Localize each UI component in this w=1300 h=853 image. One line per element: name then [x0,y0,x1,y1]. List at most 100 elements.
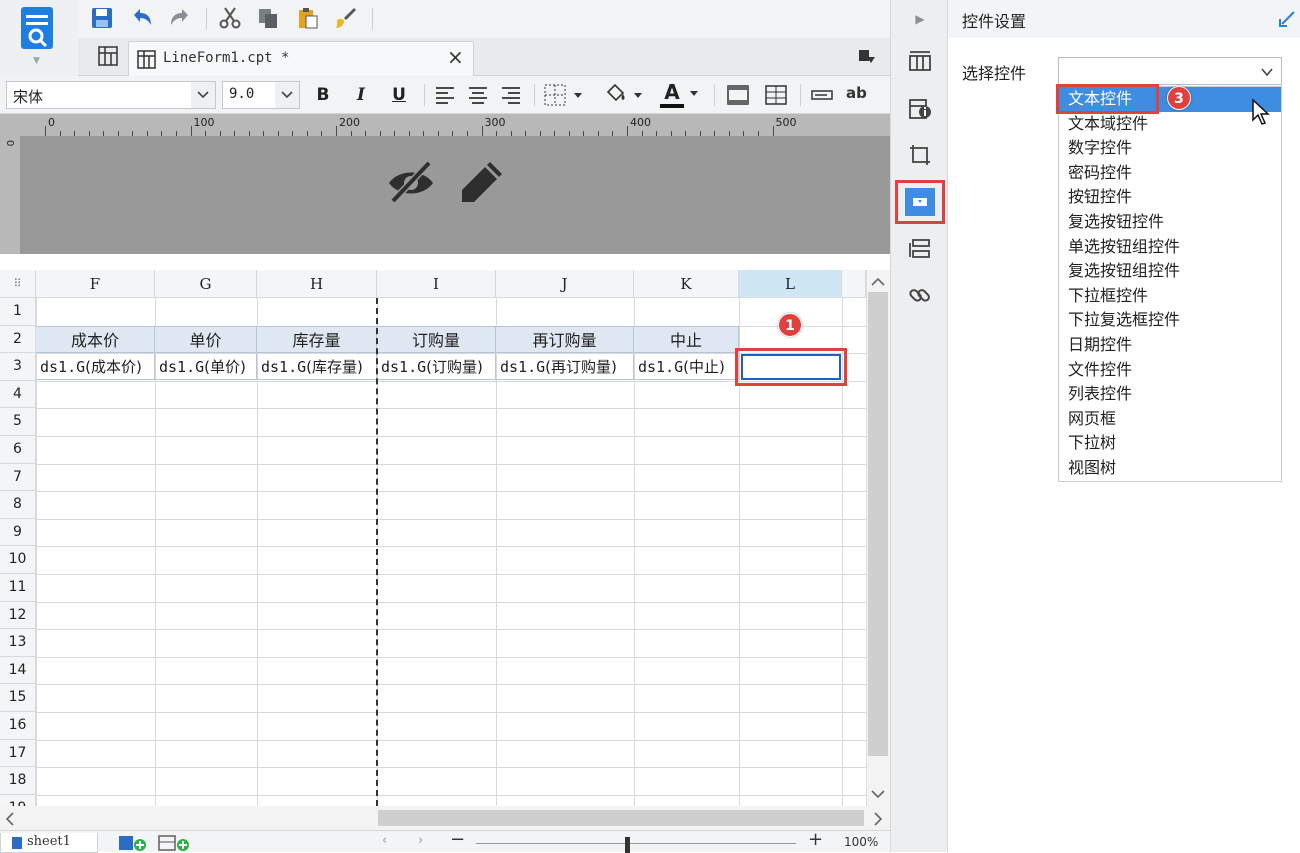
row-header-16[interactable]: 16 [0,712,36,740]
align-center-icon[interactable] [467,84,489,106]
chevron-down-icon[interactable] [688,90,700,98]
widget-type-dropdown[interactable]: 文本控件 文本域控件 数字控件 密码控件 按钮控件 复选按钮控件 单选按钮组控件 复选按钮组控… [1058,86,1282,482]
underline-button[interactable]: U [388,81,410,109]
row-header-15[interactable]: 15 [0,684,36,712]
row-header-11[interactable]: 11 [0,574,36,602]
add-form-sheet-icon[interactable] [158,834,192,852]
scroll-left-icon[interactable] [4,811,16,827]
header-cell-j2[interactable]: 再订购量 [496,326,634,353]
row-header-9[interactable]: 9 [0,518,36,547]
row-header-3[interactable]: 3 [0,353,36,381]
column-header-j[interactable]: J [496,270,634,298]
selected-cell-l3[interactable] [741,354,841,380]
header-cell-i2[interactable]: 订购量 [377,326,496,353]
scroll-down-icon[interactable] [870,788,886,800]
add-sheet-icon[interactable] [118,834,148,852]
undo-button[interactable] [128,4,156,32]
tab-close-icon[interactable]: × [447,46,464,68]
copy-button[interactable] [254,4,282,32]
cell-border-button[interactable] [907,142,933,168]
scroll-up-icon[interactable] [870,276,886,288]
font-name-select[interactable]: 宋体 [6,81,216,109]
widget-option[interactable]: 复选按钮组控件 [1059,259,1281,284]
font-size-select[interactable]: 9.0 [222,81,300,109]
header-cell-g2[interactable]: 单价 [155,326,257,353]
vertical-scroll-thumb[interactable] [868,292,888,756]
header-cell-k2[interactable]: 中止 [634,326,739,353]
row-header-1[interactable]: 1 [0,298,36,326]
redo-button[interactable] [166,4,194,32]
row-header-19[interactable]: 19 [0,794,36,806]
data-cell-g3[interactable]: ds1.G(单价) [155,354,257,380]
fill-color-icon[interactable] [602,82,644,106]
row-header-10[interactable]: 10 [0,546,36,574]
row-header-18[interactable]: 18 [0,767,36,795]
column-header-i[interactable]: I [377,270,496,298]
data-cell-i3[interactable]: ds1.G(订购量) [377,354,496,380]
column-header-h[interactable]: H [257,270,377,298]
widget-option[interactable]: 文本域控件 [1059,112,1281,137]
widget-option[interactable]: 下拉树 [1059,431,1281,456]
widget-option[interactable]: 列表控件 [1059,382,1281,407]
new-report-icon[interactable] [98,46,120,68]
align-right-icon[interactable] [500,84,522,106]
border-icon[interactable] [544,84,584,106]
data-cell-h3[interactable]: ds1.G(库存量) [257,354,377,380]
zoom-slider-handle[interactable] [625,837,630,853]
header-cell-h2[interactable]: 库存量 [257,326,377,353]
paste-button[interactable] [294,4,322,32]
row-header-7[interactable]: 7 [0,463,36,492]
column-header-f[interactable]: F [36,270,155,298]
text-wrap-button[interactable]: ab [846,84,874,106]
sheet-tab[interactable]: sheet1 [0,833,98,853]
sheet-prev-icon[interactable]: ‹ [382,833,387,848]
column-header-g[interactable]: G [155,270,257,298]
row-header-8[interactable]: 8 [0,491,36,519]
bold-button[interactable]: B [312,81,334,109]
italic-button[interactable]: I [350,81,372,109]
column-header-l[interactable]: L [739,270,842,298]
cut-button[interactable] [216,4,244,32]
cell-element-button[interactable] [907,48,933,74]
row-header-17[interactable]: 17 [0,739,36,768]
column-header-k[interactable]: K [634,270,739,298]
scroll-right-icon[interactable] [872,811,884,827]
zoom-in-icon[interactable]: + [808,829,823,850]
pencil-icon[interactable] [458,158,506,206]
column-header-extra[interactable] [842,270,866,298]
widget-option[interactable]: 按钮控件 [1059,185,1281,210]
tab-lineform1[interactable]: LineForm1.cpt * × [128,41,474,76]
eye-off-icon[interactable] [385,157,437,207]
row-header-14[interactable]: 14 [0,656,36,685]
row-header-4[interactable]: 4 [0,380,36,409]
text-field-icon[interactable] [810,88,834,102]
widget-option[interactable]: 文件控件 [1059,358,1281,383]
data-cell-j3[interactable]: ds1.G(再订购量) [496,354,634,380]
align-left-icon[interactable] [434,84,456,106]
row-header-13[interactable]: 13 [0,629,36,657]
row-header-5[interactable]: 5 [0,408,36,436]
widget-option[interactable]: 密码控件 [1059,161,1281,186]
data-cell-k3[interactable]: ds1.G(中止) [634,354,739,380]
data-cell-f3[interactable]: ds1.G(成本价) [36,354,155,380]
save-button[interactable] [88,4,116,32]
cell-info-button[interactable] [907,96,933,122]
widget-option[interactable]: 日期控件 [1059,333,1281,358]
widget-option[interactable]: 复选按钮控件 [1059,210,1281,235]
format-painter-button[interactable] [332,4,360,32]
header-cell-f2[interactable]: 成本价 [36,326,155,353]
zoom-out-icon[interactable]: − [450,829,465,850]
widget-option[interactable]: 下拉框控件 [1059,284,1281,309]
condition-attribute-button[interactable] [907,236,933,262]
merge-cells-icon[interactable] [726,84,750,106]
zoom-slider-track[interactable] [476,843,796,844]
row-header-2[interactable]: 2 [0,325,36,354]
sheet-next-icon[interactable]: › [418,833,423,848]
font-color-button[interactable]: A [660,80,684,106]
panel-dock-arrow-icon[interactable] [1278,10,1296,28]
widget-option[interactable]: 单选按钮组控件 [1059,235,1281,260]
widget-option[interactable]: 数字控件 [1059,136,1281,161]
row-header-12[interactable]: 12 [0,601,36,630]
unmerge-cells-icon[interactable] [764,84,788,106]
select-all-corner[interactable]: ⠿ [0,270,36,298]
